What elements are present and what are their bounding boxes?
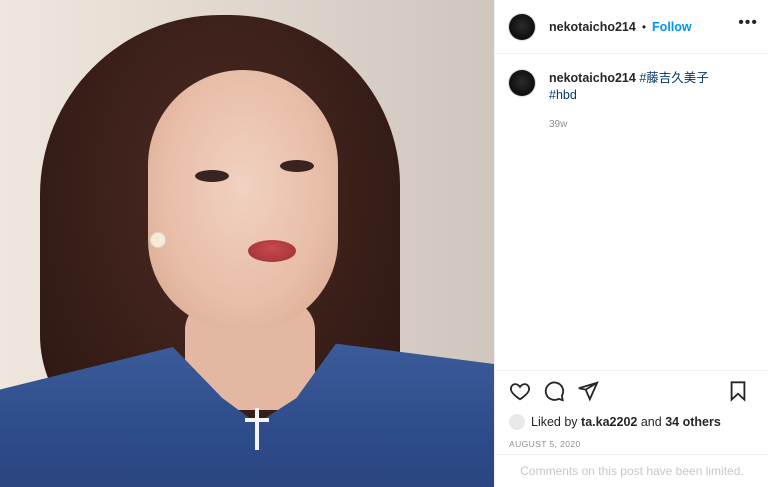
photo-cross-necklace (245, 408, 269, 450)
caption-username[interactable]: nekotaicho214 (549, 71, 636, 85)
time-ago[interactable]: 39w (549, 116, 709, 133)
hashtag-link-2[interactable]: #hbd (549, 88, 577, 102)
separator-dot: • (641, 19, 647, 34)
likes-mid: and (640, 415, 662, 429)
likes-line: Liked by ta.ka2202 and 34 others (495, 411, 768, 433)
comment-icon[interactable] (543, 380, 565, 402)
header-username[interactable]: nekotaicho214 (549, 20, 636, 34)
likes-prefix: Liked by (531, 415, 578, 429)
post-date[interactable]: AUGUST 5, 2020 (495, 433, 768, 449)
caption-text: nekotaicho214 #藤吉久美子 #hbd 39w (549, 70, 709, 133)
post-sidebar: nekotaicho214 • Follow ••• nekotaicho214… (494, 0, 768, 487)
action-icons (495, 371, 768, 411)
photo-face (148, 70, 338, 330)
likes-others[interactable]: 34 others (665, 415, 721, 429)
caption-avatar[interactable] (509, 70, 535, 96)
photo-earring (150, 232, 166, 248)
photo-left-eye (195, 170, 229, 182)
share-icon[interactable] (577, 380, 599, 402)
hashtag-link[interactable]: #藤吉久美子 (639, 71, 708, 85)
avatar[interactable] (509, 13, 535, 40)
post-photo[interactable] (0, 0, 494, 487)
caption: nekotaicho214 #藤吉久美子 #hbd 39w (495, 54, 768, 149)
photo-lips (248, 240, 296, 262)
post-header: nekotaicho214 • Follow ••• (495, 0, 768, 54)
more-icon[interactable]: ••• (738, 14, 758, 32)
liker-username[interactable]: ta.ka2202 (581, 415, 637, 429)
bookmark-icon[interactable] (727, 380, 749, 402)
follow-button[interactable]: Follow (652, 20, 692, 34)
heart-icon[interactable] (509, 380, 531, 402)
liker-avatar[interactable] (509, 414, 525, 430)
photo-right-eye (280, 160, 314, 172)
post-actions: Liked by ta.ka2202 and 34 others AUGUST … (495, 370, 768, 449)
comments-limited-notice: Comments on this post have been limited. (495, 454, 768, 487)
instagram-post-view: nekotaicho214 • Follow ••• nekotaicho214… (0, 0, 768, 487)
